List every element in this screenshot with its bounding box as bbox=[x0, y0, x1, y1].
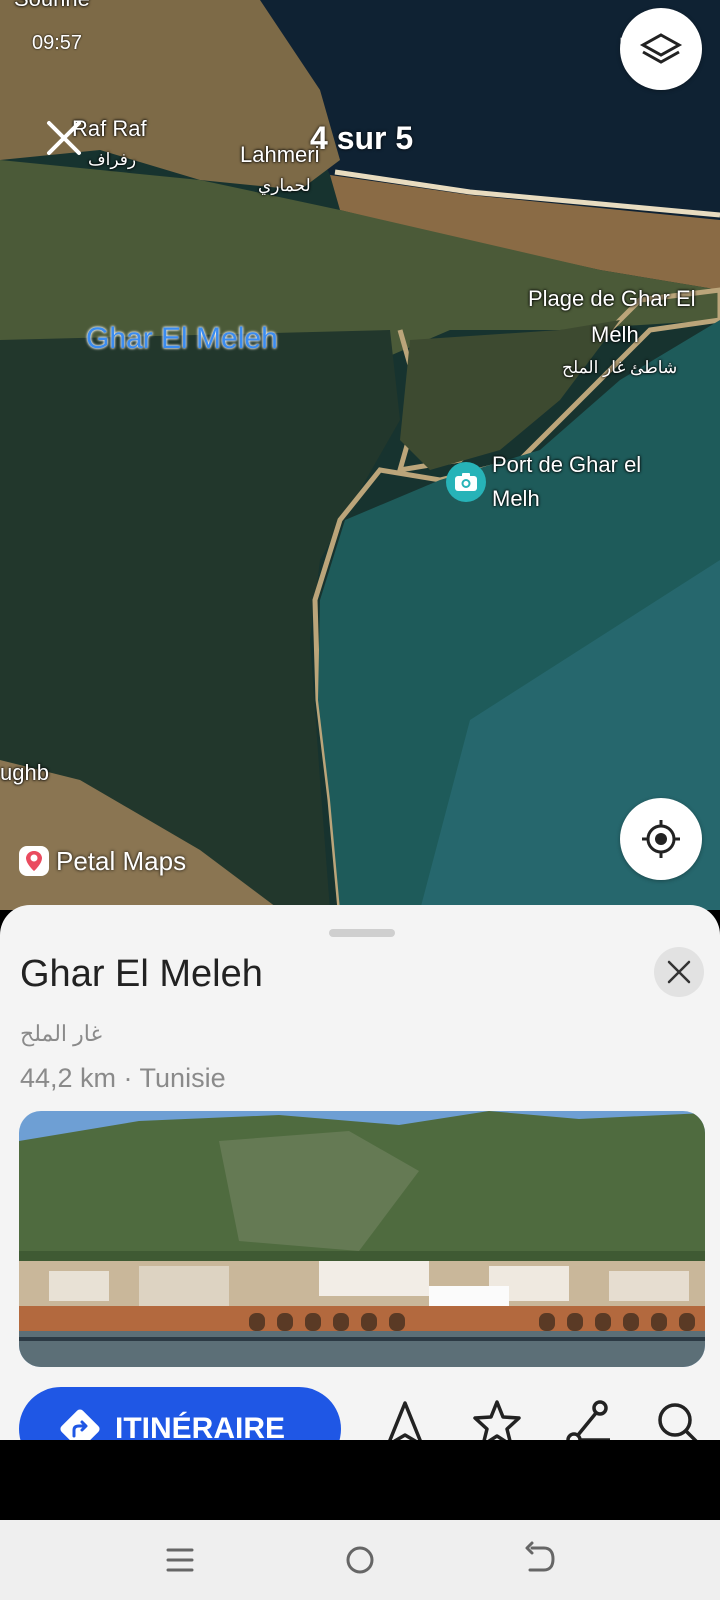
place-arabic-name: غار الملح bbox=[20, 1021, 102, 1046]
map-label-plage-line1[interactable]: Plage de Ghar El bbox=[528, 282, 696, 316]
map-label-raf-raf-ar: رفراف bbox=[88, 150, 137, 169]
place-details-sheet[interactable]: Ghar El Meleh غار الملح 44,2 km · Tunisi… bbox=[0, 905, 720, 1440]
itinerary-button[interactable]: ITINÉRAIRE bbox=[19, 1387, 341, 1440]
map-label-lahmeri: Lahmeri bbox=[240, 142, 320, 167]
sheet-close-button[interactable] bbox=[654, 947, 704, 997]
share-route-icon[interactable] bbox=[562, 1397, 616, 1440]
map-label-port-line2[interactable]: Melh bbox=[492, 482, 540, 516]
map-label-plage-ar: شاطئ غار الملح bbox=[562, 358, 678, 377]
navigate-icon[interactable] bbox=[378, 1397, 432, 1440]
home-icon[interactable] bbox=[340, 1540, 380, 1580]
system-nav-bar bbox=[0, 1520, 720, 1600]
place-title: Ghar El Meleh bbox=[20, 953, 263, 995]
search-icon[interactable] bbox=[652, 1397, 706, 1440]
locate-icon bbox=[642, 820, 680, 858]
close-icon bbox=[667, 960, 691, 984]
map-label-ughb: ughb bbox=[0, 760, 49, 785]
satellite-map[interactable]: 09:57 ▮▮▮ 87 Souhne Raf Raf رفراف Lahmer… bbox=[0, 0, 720, 910]
sheet-drag-handle[interactable] bbox=[329, 929, 395, 937]
map-label-souhne: Souhne bbox=[14, 0, 90, 16]
layers-icon bbox=[639, 33, 683, 64]
petal-maps-icon bbox=[19, 846, 49, 876]
status-time: 09:57 bbox=[32, 32, 83, 54]
place-distance-country: 44,2 km · Tunisie bbox=[20, 1063, 226, 1093]
back-icon[interactable] bbox=[520, 1540, 560, 1580]
camera-icon bbox=[455, 473, 477, 491]
map-label-lahmeri-ar: لحماري bbox=[258, 176, 311, 195]
map-label-port-line1[interactable]: Port de Ghar el bbox=[492, 448, 641, 482]
itinerary-label: ITINÉRAIRE bbox=[115, 1412, 286, 1440]
poi-port-marker[interactable] bbox=[446, 462, 486, 502]
petal-maps-label: Petal Maps bbox=[56, 845, 187, 876]
map-label-plage-line2[interactable]: Melh bbox=[591, 318, 639, 352]
route-turn-icon bbox=[60, 1409, 100, 1440]
image-counter: 4 sur 5 bbox=[310, 120, 414, 156]
black-band bbox=[0, 1440, 720, 1520]
menu-icon[interactable] bbox=[160, 1540, 200, 1580]
petal-maps-logo: Petal Maps bbox=[18, 845, 186, 877]
my-location-button[interactable] bbox=[620, 798, 702, 880]
star-icon[interactable] bbox=[470, 1397, 524, 1440]
place-photo-image bbox=[19, 1111, 705, 1367]
map-label-ghar-el-meleh[interactable]: Ghar El Meleh bbox=[86, 322, 278, 356]
place-photo[interactable] bbox=[19, 1111, 705, 1367]
close-icon[interactable] bbox=[44, 118, 84, 158]
layers-button[interactable] bbox=[620, 8, 702, 90]
